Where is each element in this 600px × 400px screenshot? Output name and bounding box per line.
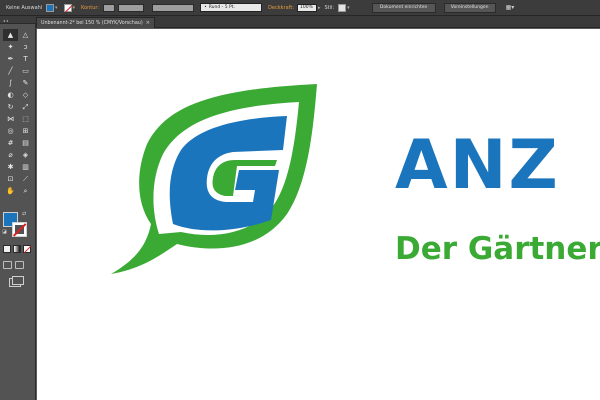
free-transform-tool-icon[interactable]: ⬚ bbox=[18, 113, 33, 125]
tools-panel-grip[interactable]: ◂◂ bbox=[0, 16, 36, 24]
stroke-dropdown-arrow-icon[interactable]: ▾ bbox=[73, 5, 76, 11]
document-tab[interactable]: Unbenannt-2* bei 150 % (CMYK/Vorschau) × bbox=[36, 17, 155, 28]
style-dropdown-arrow-icon[interactable]: ▾ bbox=[347, 5, 350, 11]
style-label: Stil: bbox=[324, 4, 335, 11]
opacity-dropdown-arrow-icon[interactable]: ▸ bbox=[318, 5, 321, 11]
eraser-tool-icon[interactable]: ◇ bbox=[18, 89, 33, 101]
perspective-grid-tool-icon[interactable]: ⊞ bbox=[18, 125, 33, 137]
draw-normal-icon[interactable] bbox=[3, 261, 12, 269]
blob-brush-tool-icon[interactable]: ◐ bbox=[3, 89, 18, 101]
document-setup-button[interactable]: Dokument einrichten bbox=[371, 2, 436, 13]
type-tool-icon[interactable]: T bbox=[18, 53, 33, 65]
stroke-swatch-large[interactable] bbox=[12, 222, 27, 237]
direct-selection-tool-icon[interactable]: △ bbox=[18, 29, 33, 41]
swap-fill-stroke-icon[interactable]: ⇄ bbox=[22, 211, 26, 217]
color-mode-button[interactable] bbox=[3, 245, 11, 253]
rotate-tool-icon[interactable]: ↻ bbox=[3, 101, 18, 113]
document-tab-title: Unbenannt-2* bei 150 % (CMYK/Vorschau) bbox=[41, 20, 143, 26]
color-mode-buttons bbox=[3, 245, 33, 253]
fill-dropdown-arrow-icon[interactable]: ▾ bbox=[55, 5, 58, 11]
variable-width-profile-field[interactable] bbox=[118, 3, 145, 12]
pencil-tool-icon[interactable]: ✎ bbox=[18, 77, 33, 89]
rectangle-tool-icon[interactable]: ▭ bbox=[18, 65, 33, 77]
none-mode-button[interactable] bbox=[23, 245, 31, 253]
lasso-tool-icon[interactable]: ↄ bbox=[18, 41, 33, 53]
draw-behind-icon[interactable] bbox=[15, 261, 24, 269]
tools-panel: ◂◂ ▲ △ ✦ ↄ ✒ T ╱ ▭ ∫ ✎ ◐ ◇ ↻ ⤢ ⋈ ⬚ ◎ ⊞ # ▤ ⌀ ◈ ✱ ▥ ⊡ ⟋ ✋ ⌕ ⇄ ◪ bbox=[0, 16, 36, 400]
stroke-color-swatch[interactable] bbox=[63, 3, 72, 12]
default-fill-stroke-icon[interactable]: ◪ bbox=[2, 229, 7, 235]
fill-stroke-widget: ⇄ ◪ bbox=[2, 211, 31, 240]
brush-dropdown[interactable]: • Rund - 5 Pt. bbox=[200, 3, 263, 12]
line-segment-tool-icon[interactable]: ╱ bbox=[3, 65, 18, 77]
mesh-tool-icon[interactable]: # bbox=[3, 137, 18, 149]
pen-tool-icon[interactable]: ✒ bbox=[3, 53, 18, 65]
eyedropper-tool-icon[interactable]: ⌀ bbox=[3, 149, 18, 161]
gradient-mode-button[interactable] bbox=[13, 245, 21, 253]
opacity-panel-link[interactable]: Deckkraft: bbox=[268, 5, 294, 11]
brush-dot-icon: • bbox=[204, 5, 207, 10]
artboard-canvas[interactable]: ANZ Der Gärtner bbox=[37, 29, 600, 400]
leaf-g-emblem[interactable] bbox=[107, 74, 327, 294]
paintbrush-tool-icon[interactable]: ∫ bbox=[3, 77, 18, 89]
illustrator-window: Keine Auswahl ▾ ▾ Kontur: • Rund - 5 Pt.… bbox=[0, 0, 600, 400]
logo-wordmark: ANZ bbox=[395, 126, 560, 205]
brush-definition-field[interactable] bbox=[152, 3, 195, 12]
stroke-weight-field[interactable] bbox=[103, 3, 116, 12]
symbol-sprayer-tool-icon[interactable]: ✱ bbox=[3, 161, 18, 173]
arrange-documents-icon[interactable]: ▦▾ bbox=[506, 4, 515, 11]
tool-grid: ▲ △ ✦ ↄ ✒ T ╱ ▭ ∫ ✎ ◐ ◇ ↻ ⤢ ⋈ ⬚ ◎ ⊞ # ▤ ⌀ ◈ ✱ ▥ ⊡ ⟋ ✋ ⌕ bbox=[3, 29, 33, 197]
preferences-button[interactable]: Voreinstellungen bbox=[443, 2, 496, 13]
slice-tool-icon[interactable]: ⟋ bbox=[18, 173, 33, 185]
stroke-panel-link[interactable]: Kontur: bbox=[81, 5, 99, 11]
drawing-mode-buttons bbox=[3, 261, 33, 269]
shape-builder-tool-icon[interactable]: ◎ bbox=[3, 125, 18, 137]
selection-status-label: Keine Auswahl bbox=[6, 4, 43, 11]
scale-tool-icon[interactable]: ⤢ bbox=[18, 101, 33, 113]
gradient-tool-icon[interactable]: ▤ bbox=[18, 137, 33, 149]
fill-color-swatch[interactable] bbox=[46, 3, 54, 12]
graphic-style-swatch[interactable] bbox=[338, 3, 347, 12]
brush-dropdown-value: Rund - 5 Pt. bbox=[208, 5, 235, 10]
logo-tagline: Der Gärtner bbox=[395, 231, 600, 267]
magic-wand-tool-icon[interactable]: ✦ bbox=[3, 41, 18, 53]
hand-tool-icon[interactable]: ✋ bbox=[3, 185, 18, 197]
artboard-tool-icon[interactable]: ⊡ bbox=[3, 173, 18, 185]
blend-tool-icon[interactable]: ◈ bbox=[18, 149, 33, 161]
selection-tool-icon[interactable]: ▲ bbox=[3, 29, 18, 41]
document-tab-bar: Unbenannt-2* bei 150 % (CMYK/Vorschau) × bbox=[36, 16, 600, 28]
width-tool-icon[interactable]: ⋈ bbox=[3, 113, 18, 125]
collapse-panel-icon[interactable]: ◂◂ bbox=[3, 18, 9, 23]
zoom-tool-icon[interactable]: ⌕ bbox=[18, 185, 33, 197]
control-bar: Keine Auswahl ▾ ▾ Kontur: • Rund - 5 Pt.… bbox=[0, 0, 600, 16]
opacity-field[interactable]: 100% bbox=[296, 3, 317, 12]
close-tab-icon[interactable]: × bbox=[146, 20, 150, 26]
column-graph-tool-icon[interactable]: ▥ bbox=[18, 161, 33, 173]
screen-mode-icon[interactable] bbox=[9, 276, 24, 287]
